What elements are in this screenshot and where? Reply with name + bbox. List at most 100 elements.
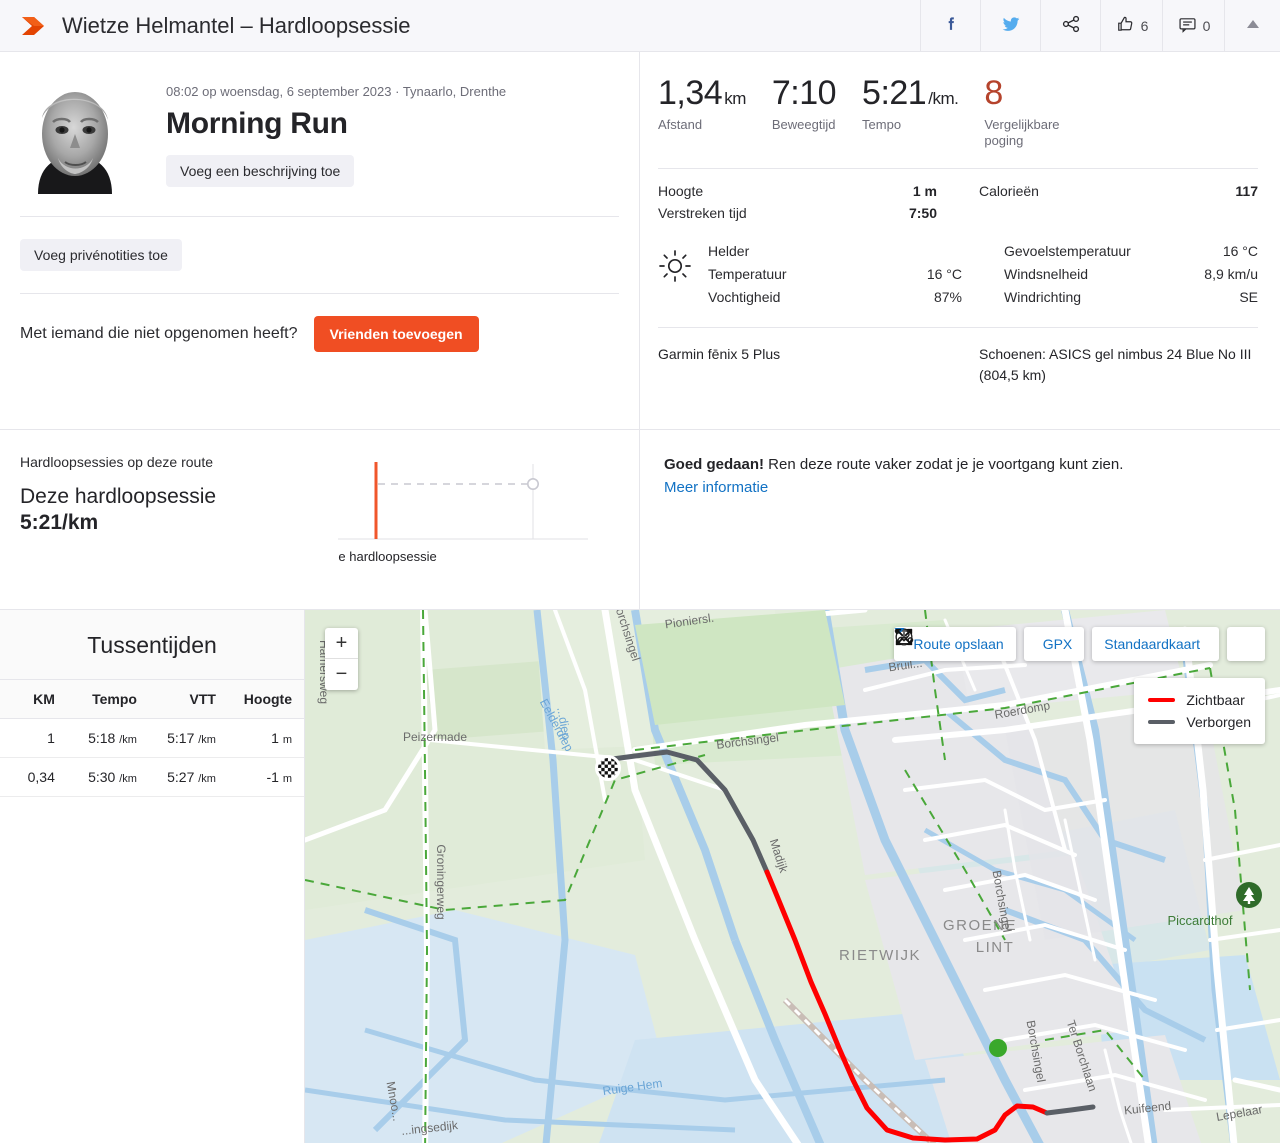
more-info-link[interactable]: Meer informatie: [664, 479, 768, 496]
twitter-share-button[interactable]: [980, 0, 1040, 52]
split-km: 0,34: [0, 757, 67, 797]
stat-distance-value: 1,34: [658, 74, 723, 112]
facebook-icon: [941, 14, 961, 37]
legend-label-hidden: Verborgen: [1186, 714, 1251, 730]
activity-page: Wietze Helmantel – Hardloopsessie 6 0 08…: [0, 0, 1280, 1143]
activity-title: Morning Run: [166, 107, 348, 140]
split-pace-value: 5:18: [88, 730, 116, 746]
bottom-section: Tussentijden KM Tempo VTT Hoogte 1 5:18 …: [0, 610, 1280, 1143]
twitter-icon: [1000, 14, 1022, 37]
splits-table: KM Tempo VTT Hoogte 1 5:18 /km 5:17 /km …: [0, 679, 304, 797]
page-title: Wietze Helmantel – Hardloopsessie: [62, 12, 411, 38]
avatar[interactable]: [20, 76, 130, 194]
zoom-out-button[interactable]: −: [325, 659, 358, 690]
column-elevation[interactable]: Hoogte: [227, 679, 304, 719]
weather-humidity-label: Vochtigheid: [708, 288, 781, 305]
thumbs-up-icon: [1115, 14, 1136, 38]
split-gap: 5:17 /km: [148, 718, 228, 758]
invite-friends-row: Met iemand die niet opgenomen heeft? Vri…: [20, 294, 619, 352]
header-brand: Wietze Helmantel – Hardloopsessie: [0, 11, 920, 41]
route-comparison-heading: Hardloopsessies op deze route: [20, 454, 214, 470]
split-gap-unit: /km: [198, 773, 216, 785]
end-dot-marker: [989, 1039, 1007, 1057]
gpx-download-button[interactable]: GPX: [895, 627, 1085, 661]
split-gap-value: 5:27: [167, 769, 195, 785]
stat-pace-label: Tempo: [862, 117, 902, 132]
map-label: Peizermade: [403, 730, 467, 744]
legend-color-hidden: [1148, 720, 1176, 724]
weather-feels-like-label: Gevoelstemperatuur: [1004, 242, 1131, 259]
weather-wind-direction: Windrichting SE: [1004, 289, 1258, 305]
map-zoom-controls[interactable]: + −: [325, 628, 358, 690]
route-comparison-chart: Deze hardloopsessie: [315, 454, 619, 609]
map-label: LINT: [976, 939, 1015, 956]
route-comparison-left: Hardloopsessies op deze route Deze hardl…: [0, 430, 640, 609]
primary-stats: 1,34 km Afstand 7:10 Beweegtijd 5:21/km. …: [658, 74, 1258, 150]
route-comparison-text: Hardloopsessies op deze route Deze hardl…: [20, 454, 320, 609]
weather-condition-label: Helder: [708, 242, 750, 259]
column-km[interactable]: KM: [0, 679, 67, 719]
sun-icon: [658, 243, 694, 305]
stat-moving-time-value: 7:10: [771, 74, 837, 112]
stat-similar-effort[interactable]: 8 Vergelijkbare poging: [984, 74, 1102, 150]
comments-button[interactable]: 0: [1162, 0, 1224, 52]
stat-calories-label: Calorieën: [979, 182, 1039, 199]
fullscreen-button[interactable]: [896, 627, 1265, 661]
collapse-button[interactable]: [1224, 0, 1280, 52]
kudos-count: 6: [1140, 17, 1149, 34]
add-private-notes-button[interactable]: Voeg privénotities toe: [20, 239, 182, 271]
stats-panel: 1,34 km Afstand 7:10 Beweegtijd 5:21/km. …: [640, 52, 1280, 429]
map-label: RIETWIJK: [839, 947, 921, 964]
weather-temperature-value: 16 °C: [926, 265, 962, 282]
app-header: Wietze Helmantel – Hardloopsessie 6 0: [0, 0, 1280, 52]
private-notes-row: Voeg privénotities toe: [20, 217, 619, 271]
weather-humidity: Vochtigheid 87%: [708, 289, 962, 305]
header-actions: 6 0: [920, 0, 1280, 52]
promo-text: Ren deze route vaker zodat je je voortga…: [764, 456, 1124, 473]
promo-paragraph: Goed gedaan! Ren deze route vaker zodat …: [664, 454, 1258, 477]
gpx-label: GPX: [1042, 636, 1073, 652]
weather-temperature: Temperatuur 16 °C: [708, 266, 962, 282]
route-comparison-subtitle: Deze hardloopsessie 5:21/km: [20, 484, 320, 535]
splits-panel: Tussentijden KM Tempo VTT Hoogte 1 5:18 …: [0, 610, 305, 1143]
caret-up-icon: [1245, 17, 1261, 34]
stat-elevation: Hoogte 1 m: [658, 183, 937, 199]
stat-similar-effort-value: 8: [984, 74, 1003, 112]
split-pace-value: 5:30: [88, 769, 116, 785]
tree-icon: [1236, 882, 1262, 908]
add-description-button[interactable]: Voeg een beschrijving toe: [166, 155, 355, 187]
split-elevation-unit: m: [282, 773, 292, 785]
weather-wind-direction-value: SE: [1239, 288, 1258, 305]
split-km: 1: [0, 718, 67, 758]
chart-caption: Deze hardloopsessie: [338, 549, 437, 564]
add-friends-button[interactable]: Vrienden toevoegen: [313, 316, 479, 352]
table-row: 0,34 5:30 /km 5:27 /km -1 m: [0, 757, 304, 797]
activity-datetime-location: 08:02 op woensdag, 6 september 2023 · Ty…: [166, 84, 507, 99]
weather-wind-direction-label: Windrichting: [1004, 288, 1082, 305]
split-elevation: 1 m: [227, 718, 304, 758]
kudos-button[interactable]: 6: [1100, 0, 1162, 52]
activity-info-panel: 08:02 op woensdag, 6 september 2023 · Ty…: [0, 52, 640, 429]
split-gap-unit: /km: [198, 734, 216, 746]
table-row: 1 5:18 /km 5:17 /km 1 m: [0, 718, 304, 758]
column-pace[interactable]: Tempo: [66, 679, 149, 719]
stat-elevation-value: 1 m: [912, 182, 937, 199]
column-gap[interactable]: VTT: [148, 679, 228, 719]
share-button[interactable]: [1040, 0, 1100, 52]
stat-elapsed-time-label: Verstreken tijd: [658, 204, 747, 221]
stat-calories: Calorieën 117: [979, 183, 1258, 199]
stat-elapsed-time-value: 7:50: [908, 204, 937, 221]
stat-distance: 1,34 km Afstand: [658, 74, 772, 150]
map-type-select[interactable]: Standaardkaart: [894, 627, 1219, 661]
zoom-in-button[interactable]: +: [325, 628, 358, 659]
promo-bold: Goed gedaan!: [664, 456, 765, 473]
weather-wind-speed-label: Windsnelheid: [1004, 265, 1089, 282]
splits-title: Tussentijden: [0, 610, 304, 679]
gear-section: Garmin fēnix 5 Plus Schoenen: ASICS gel …: [658, 344, 1258, 386]
activity-map[interactable]: Peizermade Hamersweg Groningerweg Eelderdie…: [305, 610, 1280, 1143]
facebook-share-button[interactable]: [920, 0, 980, 52]
strava-chevron-logo[interactable]: [18, 11, 48, 41]
device-name: Garmin fēnix 5 Plus: [658, 345, 781, 362]
weather-temperature-label: Temperatuur: [708, 265, 787, 282]
shoes-name: Schoenen: ASICS gel nimbus 24 Blue No II…: [979, 345, 1252, 383]
